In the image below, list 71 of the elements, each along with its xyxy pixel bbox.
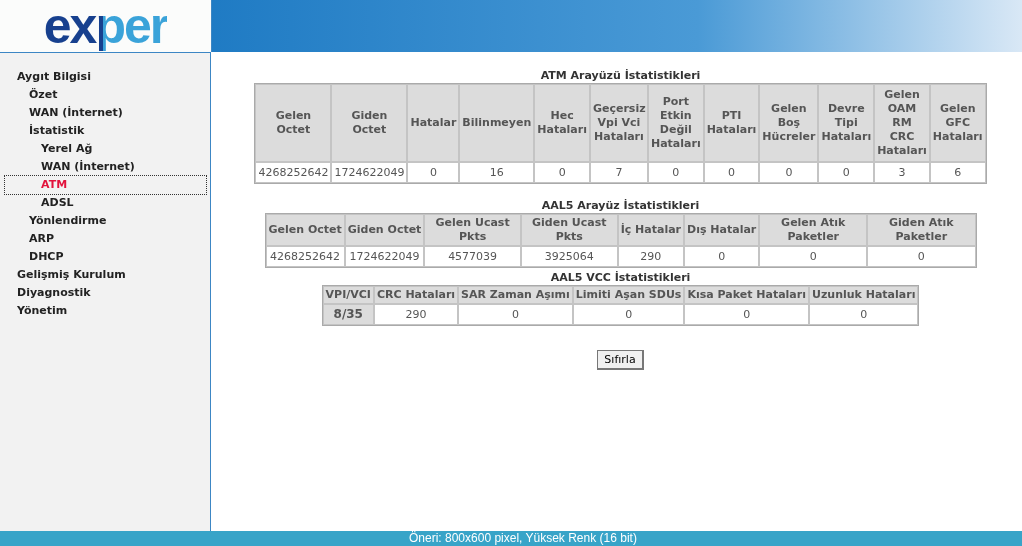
sidebar-item[interactable]: WAN (İnternet) [0, 104, 210, 122]
table-cell: 0 [808, 304, 919, 325]
sidebar-item[interactable]: ARP [0, 230, 210, 248]
sidebar-item[interactable]: Gelişmiş Kurulum [0, 266, 210, 284]
sidebar-item[interactable]: Aygıt Bilgisi [0, 68, 210, 86]
column-header: VPI/VCI [322, 286, 374, 304]
column-header: Geçersiz Vpi Vci Hataları [589, 84, 648, 162]
sidebar-item[interactable]: Yönlendirme [0, 212, 210, 230]
sidebar-item[interactable]: Yönetim [0, 302, 210, 320]
reset-button[interactable]: Sıfırla [597, 350, 644, 370]
sidebar-item[interactable]: WAN (İnternet) [0, 158, 210, 176]
table-cell: 8/35 [322, 304, 374, 325]
column-header: Gelen Atık Paketler [759, 214, 868, 246]
column-header: Uzunluk Hataları [808, 286, 919, 304]
table-cell: 4577039 [424, 246, 521, 267]
column-header: Bilinmeyen [459, 84, 535, 162]
table-cell: 0 [534, 162, 590, 183]
column-header: CRC Hataları [373, 286, 459, 304]
column-header: Limiti Aşan SDUs [572, 286, 685, 304]
table-cell: 290 [373, 304, 459, 325]
table-cell: 0 [572, 304, 685, 325]
column-header: Port Etkin Değil Hataları [647, 84, 704, 162]
sidebar-item[interactable]: DHCP [0, 248, 210, 266]
column-header: Giden Octet [344, 214, 425, 246]
column-header: Kısa Paket Hataları [684, 286, 809, 304]
table-title: AAL5 Arayüz İstatistikleri [541, 198, 700, 213]
table-cell: 4268252642 [255, 162, 332, 183]
table-cell: 290 [617, 246, 685, 267]
sidebar-item[interactable]: Özet [0, 86, 210, 104]
column-header: Gelen Ucast Pkts [424, 214, 521, 246]
column-header: PTI Hataları [703, 84, 760, 162]
column-header: Devre Tipi Hataları [818, 84, 875, 162]
sidebar-item[interactable]: Yerel Ağ [0, 140, 210, 158]
table-cell: 7 [589, 162, 648, 183]
sidebar-item[interactable]: ADSL [0, 194, 210, 212]
table-cell: 0 [759, 246, 868, 267]
column-header: Hatalar [407, 84, 460, 162]
table-cell: 0 [647, 162, 704, 183]
table-cell: 0 [759, 162, 819, 183]
column-header: Giden Octet [331, 84, 408, 162]
column-header: Giden Atık Paketler [867, 214, 976, 246]
table-cell: 0 [684, 304, 809, 325]
table-cell: 6 [929, 162, 986, 183]
table-cell: 0 [703, 162, 760, 183]
table-cell: 0 [684, 246, 760, 267]
table-cell: 16 [459, 162, 535, 183]
column-header: Gelen Octet [265, 214, 345, 246]
column-header: Hec Hataları [534, 84, 590, 162]
table-cell: 0 [407, 162, 460, 183]
column-header: Gelen Octet [255, 84, 332, 162]
sidebar-item[interactable]: Diyagnostik [0, 284, 210, 302]
table-cell: 0 [458, 304, 573, 325]
table-title: AAL5 VCC İstatistikleri [550, 270, 691, 285]
table-cell: 1724622049 [331, 162, 408, 183]
column-header: SAR Zaman Aşımı [458, 286, 573, 304]
status-text: Öneri: 800x600 pixel, Yüksek Renk (16 bit) [409, 531, 637, 545]
table-title: ATM Arayüzü İstatistikleri [540, 68, 701, 83]
column-header: Gelen GFC Hataları [929, 84, 986, 162]
column-header: Giden Ucast Pkts [520, 214, 618, 246]
sidebar-item[interactable]: ATM [5, 176, 206, 194]
column-header: Gelen OAM RM CRC Hataları [874, 84, 930, 162]
table-cell: 1724622049 [344, 246, 425, 267]
table-cell: 3 [874, 162, 930, 183]
sidebar-item[interactable]: İstatistik [0, 122, 210, 140]
table-cell: 0 [818, 162, 875, 183]
column-header: Dış Hatalar [684, 214, 760, 246]
column-header: Gelen Boş Hücreler [759, 84, 819, 162]
table-cell: 0 [867, 246, 976, 267]
table-cell: 4268252642 [265, 246, 345, 267]
table-cell: 3925064 [520, 246, 618, 267]
column-header: İç Hatalar [617, 214, 685, 246]
